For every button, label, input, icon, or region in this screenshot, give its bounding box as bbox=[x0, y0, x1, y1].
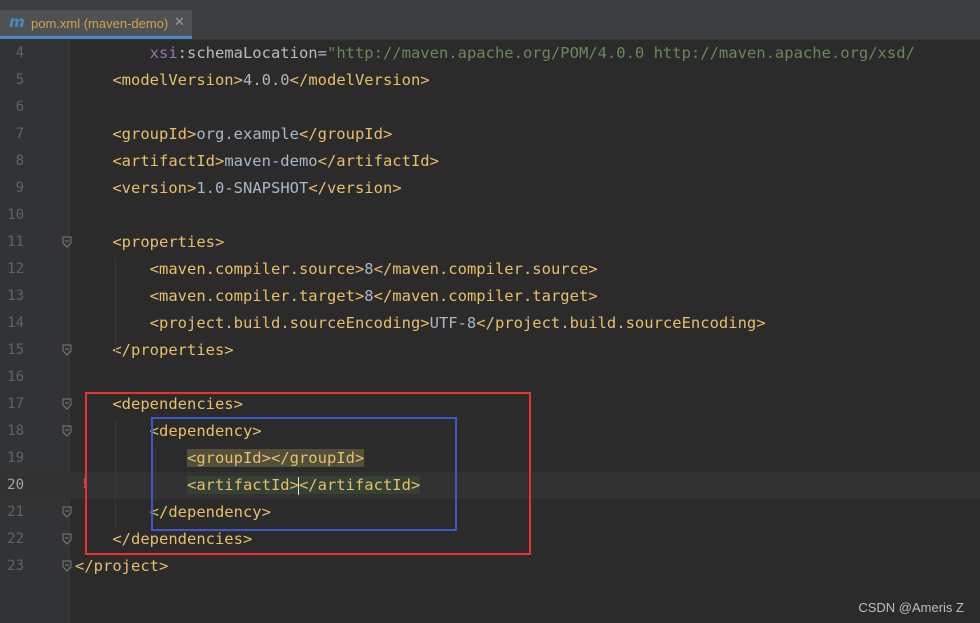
code-line[interactable]: 13 <maven.compiler.target>8</maven.compi… bbox=[0, 283, 980, 310]
fold-icon[interactable] bbox=[62, 425, 72, 437]
code-text: <properties> bbox=[75, 233, 225, 251]
line-number: 19 bbox=[7, 450, 24, 466]
code-line[interactable]: 23 </project> bbox=[0, 553, 980, 580]
line-number: 16 bbox=[7, 369, 24, 385]
line-number: 7 bbox=[15, 126, 24, 142]
line-number: 13 bbox=[7, 288, 24, 304]
code-text: xsi:schemaLocation="http://maven.apache.… bbox=[75, 44, 915, 62]
code-text: <maven.compiler.target>8</maven.compiler… bbox=[75, 287, 598, 305]
editor-tab-bar: m pom.xml (maven-demo) ✕ bbox=[0, 0, 980, 40]
fold-icon[interactable] bbox=[62, 398, 72, 410]
code-line[interactable]: 15 </properties> bbox=[0, 337, 980, 364]
code-text: <maven.compiler.source>8</maven.compiler… bbox=[75, 260, 598, 278]
line-number: 20 bbox=[7, 477, 24, 493]
code-text: <artifactId>maven-demo</artifactId> bbox=[75, 152, 439, 170]
code-text: </properties> bbox=[75, 341, 234, 359]
fold-icon[interactable] bbox=[62, 560, 72, 572]
code-line[interactable]: 9 <version>1.0-SNAPSHOT</version> bbox=[0, 175, 980, 202]
code-text: <modelVersion>4.0.0</modelVersion> bbox=[75, 71, 430, 89]
line-number: 15 bbox=[7, 342, 24, 358]
code-line[interactable]: 5 <modelVersion>4.0.0</modelVersion> bbox=[0, 67, 980, 94]
line-number: 9 bbox=[15, 180, 24, 196]
indent-guide bbox=[115, 258, 116, 357]
watermark: CSDN @Ameris Z bbox=[858, 600, 964, 615]
code-text: <version>1.0-SNAPSHOT</version> bbox=[75, 179, 402, 197]
code-line[interactable]: 7 <groupId>org.example</groupId> bbox=[0, 121, 980, 148]
line-number: 8 bbox=[15, 153, 24, 169]
code-line[interactable]: 4 xsi:schemaLocation="http://maven.apach… bbox=[0, 40, 980, 67]
code-line[interactable]: 11 <properties> bbox=[0, 229, 980, 256]
code-text: <project.build.sourceEncoding>UTF-8</pro… bbox=[75, 314, 766, 332]
code-text: </project> bbox=[75, 557, 169, 575]
fold-icon[interactable] bbox=[62, 236, 72, 248]
line-number: 6 bbox=[15, 99, 24, 115]
fold-icon[interactable] bbox=[62, 506, 72, 518]
tab-label: pom.xml (maven-demo) bbox=[31, 16, 169, 31]
tab-pom-xml[interactable]: m pom.xml (maven-demo) ✕ bbox=[0, 10, 192, 39]
line-number: 5 bbox=[15, 72, 24, 88]
error-bulb-icon[interactable]: ! bbox=[82, 478, 94, 492]
line-number: 14 bbox=[7, 315, 24, 331]
code-text: <groupId>org.example</groupId> bbox=[75, 125, 393, 143]
line-number: 4 bbox=[15, 45, 24, 61]
line-number: 22 bbox=[7, 531, 24, 547]
code-line[interactable]: 6 bbox=[0, 94, 980, 121]
code-line[interactable]: 10 bbox=[0, 202, 980, 229]
line-number: 12 bbox=[7, 261, 24, 277]
code-line[interactable]: 12 <maven.compiler.source>8</maven.compi… bbox=[0, 256, 980, 283]
fold-icon[interactable] bbox=[62, 533, 72, 545]
line-number: 10 bbox=[7, 207, 24, 223]
line-number: 21 bbox=[7, 504, 24, 520]
fold-icon[interactable] bbox=[62, 344, 72, 356]
code-line[interactable]: 8 <artifactId>maven-demo</artifactId> bbox=[0, 148, 980, 175]
line-number: 17 bbox=[7, 396, 24, 412]
line-number: 11 bbox=[7, 234, 24, 250]
maven-file-icon: m bbox=[9, 13, 25, 31]
line-number: 23 bbox=[7, 558, 24, 574]
code-line[interactable]: 14 <project.build.sourceEncoding>UTF-8</… bbox=[0, 310, 980, 337]
line-number: 18 bbox=[7, 423, 24, 439]
dependency-highlight-box bbox=[151, 417, 457, 531]
code-line[interactable]: 16 bbox=[0, 364, 980, 391]
close-icon[interactable]: ✕ bbox=[174, 15, 185, 30]
